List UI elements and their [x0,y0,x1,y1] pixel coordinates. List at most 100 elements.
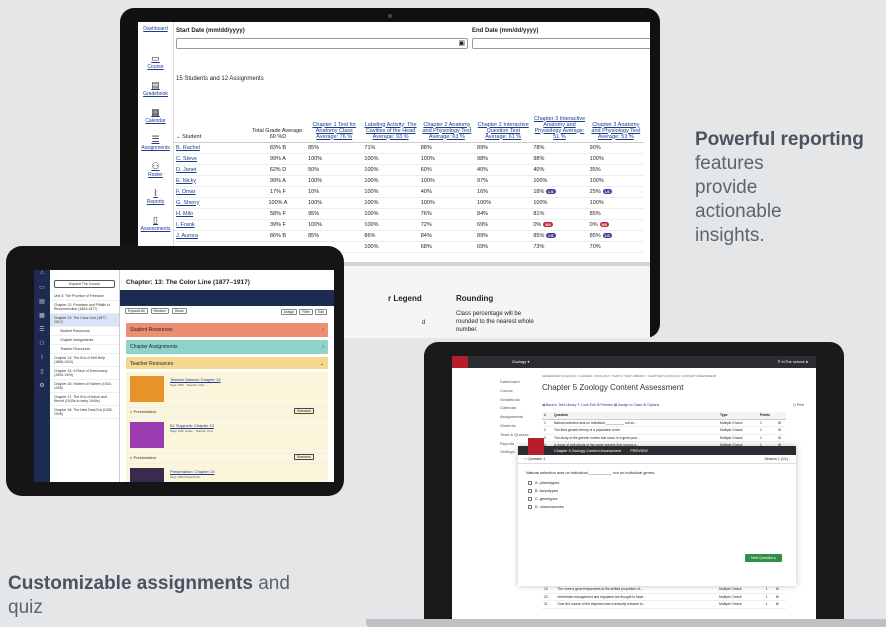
question-selector[interactable]: Question 1 [528,457,545,461]
grade-cell: 35% [587,164,644,176]
toc-item[interactable]: Chapter 17: The Era of Action and Revolt… [50,393,119,406]
resource-title[interactable]: EL Supports: Chapter 13 [170,423,214,428]
list-icon[interactable]: ☰ [34,326,50,340]
sidebar-item-gradebook[interactable]: ▤ Gradebook [138,76,173,103]
sidebar-item-course[interactable]: ▭ Course [138,49,173,76]
toc-item[interactable]: Chapter 12: Promises and Pitfalls of Rec… [50,301,119,314]
calendar-icon[interactable]: ▦ [34,312,50,326]
gear-icon[interactable]: ⚙ [776,426,786,435]
column-header-assignment[interactable]: Chapter 1 Test for Anatomy Class Average… [306,92,363,143]
assessment-toolbar[interactable]: ◀ Back to Test Library ✎ Lock Edit ⊞ Pre… [542,403,659,407]
table-row[interactable]: 21 Over the course of the elephant was ev… [542,600,786,609]
chart-icon[interactable]: ⌇ [34,354,50,368]
gradebook-icon[interactable]: ▤ [34,298,50,312]
student-name-link[interactable]: D. Janet [174,164,250,176]
column-header-assignment[interactable]: Chapter 3 Interactive Anatomy and Physio… [531,92,588,143]
next-question-button[interactable]: Next Question ▸ [745,554,782,562]
column-header-assignment[interactable]: Chapter 3 Anatomy and Physiology Test Av… [587,92,644,143]
toc-item-selected[interactable]: Chapter 13: The Color Line (1877-1917) [50,314,119,327]
table-row[interactable]: 3 The study of the genetic events that oc… [542,434,786,442]
prev-icon[interactable]: ‹ [524,457,525,461]
section-teacher-resources[interactable]: Teacher Resources ⌄ [126,357,328,369]
edit-button[interactable]: Edit [314,309,327,315]
student-name-link[interactable]: E. Nicky [174,175,250,187]
student-name-link[interactable]: H. Milo [174,208,250,220]
toc-item[interactable]: Unit 3: The Promise of Freedom [50,292,119,301]
column-header-assignment[interactable]: Chapter 2 Anatomy and Physiology Test Av… [418,92,476,143]
gear-icon[interactable]: ⚙ [773,600,786,609]
toc-item[interactable]: Chapter 18: The New Deal Era (1930-1945) [50,406,119,419]
table-row[interactable]: 1 Natural selection acts on individual __… [542,419,786,427]
section-chapter-assignments[interactable]: Chapter Assignments › [126,340,328,354]
nav-item[interactable]: Calendar [500,404,529,413]
gear-icon[interactable]: ⚙ [776,419,786,427]
student-name-link[interactable]: F. Omar [174,186,250,198]
breadcrumb[interactable]: GENERATED SCHOOLS / CLASSES / ZOOLOGY / … [542,374,717,378]
presentation-toggle[interactable]: ◐ Presentation [130,409,156,414]
sidebar-item-assignments[interactable]: ☰ Assignments [138,130,173,157]
document-icon[interactable]: ▯ [34,368,50,382]
end-date-input[interactable] [472,38,650,49]
column-header-student[interactable]: ⌄ Student [174,92,250,143]
answer-option[interactable]: C. genotypes [518,495,796,503]
table-row[interactable]: 2 The third genetic theory of a populatio… [542,426,786,435]
standard-select[interactable]: Standard [293,454,314,460]
toc-item[interactable]: Chapter 15: A Place of Democracy (1900-1… [50,367,119,380]
presentation-toggle[interactable]: ◐ Presentation [130,455,156,460]
answer-option[interactable]: A. phenotypes [518,479,796,487]
student-name-link[interactable]: B. Rachel [174,142,250,154]
gear-icon[interactable]: ⚙ [773,593,786,601]
print-button[interactable]: ⎙ Print [793,403,804,407]
home-icon[interactable]: ⌂ [34,270,50,284]
resource-title[interactable]: Teacher Manual: Chapter 13 [170,377,220,382]
nav-item-active[interactable]: Tests & Quizzes [500,431,529,440]
class-switcher[interactable]: Zoology ▾ [512,359,529,364]
start-date-input[interactable]: ▣ [176,38,468,49]
toc-item[interactable]: Chapter 16: Harlem of Harlem (1920-1935) [50,380,119,393]
nav-item[interactable]: Course [500,387,529,396]
student-name-link[interactable]: C. Steve [174,153,250,165]
book-icon[interactable]: ▭ [34,284,50,298]
resource-item[interactable]: Presentation: Chapter 13 Tags: PDF/Power… [126,464,328,482]
gear-icon[interactable]: ⚙ [776,434,786,442]
calendar-icon[interactable]: ▣ [458,39,465,47]
assign-button[interactable]: Assign [280,309,298,315]
section-student-resources[interactable]: Student Resources › [126,323,328,337]
resource-item[interactable]: Teacher Manual: Chapter 13 Tags: PDF · T… [126,372,328,408]
sidebar-item-dashboard[interactable]: Dashboard [138,22,173,49]
people-icon[interactable]: ⚇ [34,340,50,354]
sidebar-item-assessments[interactable]: ▯ Assessments [138,211,173,238]
student-name-link[interactable]: I. Frank [174,219,250,231]
expand-all-button[interactable]: Expand All [125,308,148,314]
expand-course-button[interactable]: Expand The Course [54,280,115,288]
sidebar-item-roster[interactable]: ⚇ Roster [138,157,173,184]
gear-icon[interactable]: ⚙ [34,382,50,396]
table-row[interactable]: 19 The more a gene frequencies of the shi… [542,585,786,594]
sidebar-item-reports[interactable]: ⌇ Reports [138,184,173,211]
gear-icon[interactable]: ⚙ [773,585,786,594]
answer-option[interactable]: D. chromosomes [518,503,796,511]
toc-subitem[interactable]: Teacher Resources [50,345,119,354]
column-header-total[interactable]: Total Grade Average: 60 %D [249,92,307,143]
resource-item[interactable]: EL Supports: Chapter 13 Tags: PDF Guide … [126,418,328,454]
column-header-assignment[interactable]: Chapter 2 Interactive Question Test Aver… [475,92,532,143]
user-menu[interactable]: ⠿ InThe school ● [777,359,808,364]
student-name-link[interactable]: G. Sherry [174,197,250,209]
nav-item[interactable]: Assignments [500,413,529,422]
nav-item[interactable]: Students [500,422,529,431]
student-name-link[interactable]: J. Aurora [174,230,250,242]
nav-item[interactable]: Gradebook [500,396,529,405]
resource-title[interactable]: Presentation: Chapter 13 [170,469,214,474]
toc-subitem[interactable]: Student Resources [50,327,119,336]
column-header-assignment[interactable]: Labeling Activity: The Cavities of the H… [362,92,419,143]
filter-button[interactable]: Filter [299,309,313,315]
show-button[interactable]: Show [171,308,187,314]
standard-select[interactable]: Standard [293,408,314,414]
sidebar-item-calendar[interactable]: ▦ Calendar [138,103,173,130]
nav-item[interactable]: Dashboard [500,378,529,387]
answer-option[interactable]: B. karyotypes [518,487,796,495]
restore-button[interactable]: Restore [150,308,169,314]
table-row[interactable]: 20 Vertebrate management and regulated ar… [542,593,786,601]
toc-subitem[interactable]: Chapter Assignments [50,336,119,345]
toc-item[interactable]: Chapter 14: The Era of Self-Help (1865-1… [50,354,119,367]
